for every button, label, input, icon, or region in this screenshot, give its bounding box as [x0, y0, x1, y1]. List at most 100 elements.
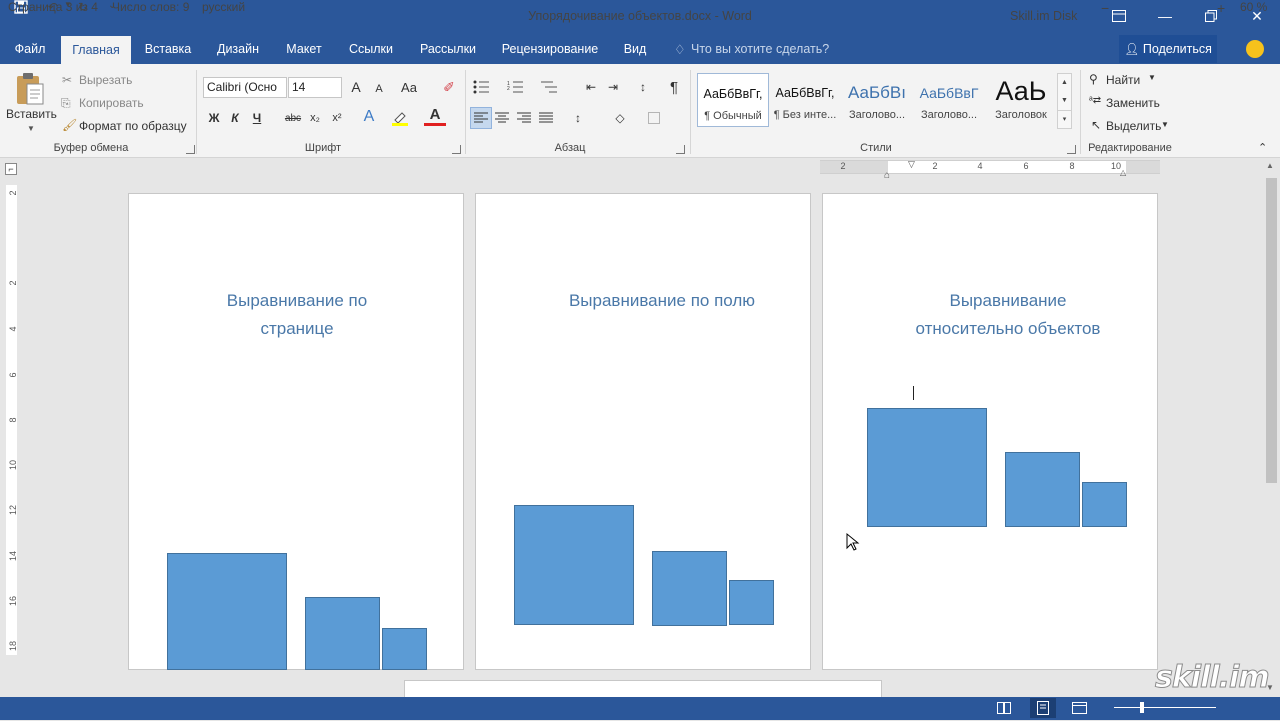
styles-more-icon[interactable]: ▾ [1058, 110, 1071, 129]
paragraph-group-label: Абзац [554, 142, 586, 154]
line-spacing-icon[interactable]: ↕ [567, 107, 589, 129]
share-button[interactable]: 👤︎ Поделиться [1119, 35, 1217, 63]
collapse-ribbon-icon[interactable]: ⌃ [1258, 141, 1267, 154]
justify-icon[interactable] [535, 107, 557, 129]
shape-small[interactable] [729, 580, 774, 625]
zoom-out-icon[interactable]: − [1101, 0, 1109, 16]
align-left-icon[interactable] [470, 107, 492, 129]
shape-small[interactable] [382, 628, 427, 670]
underline-button[interactable]: Ч [246, 107, 268, 129]
tab-file[interactable]: Файл [0, 32, 60, 64]
multilevel-list-icon[interactable] [538, 76, 560, 98]
grow-font-icon[interactable]: A [345, 76, 367, 98]
zoom-slider-thumb[interactable] [1140, 702, 1145, 713]
read-mode-icon[interactable] [997, 701, 1011, 718]
text-effects-icon[interactable]: A [358, 106, 380, 128]
page-4-top[interactable] [404, 680, 882, 697]
tab-references[interactable]: Ссылки [340, 32, 402, 64]
restore-icon[interactable] [1188, 0, 1234, 32]
tab-insert[interactable]: Вставка [138, 32, 198, 64]
account-name[interactable]: Skill.im Disk [1010, 0, 1077, 32]
tab-design[interactable]: Дизайн [208, 32, 268, 64]
shape-large[interactable] [167, 553, 287, 670]
show-formatting-button[interactable]: ¶ [663, 76, 685, 98]
font-size-combo[interactable]: 14 [288, 77, 342, 98]
change-case-button[interactable]: Aa [396, 76, 422, 98]
strikethrough-button[interactable]: abc [281, 107, 305, 129]
clear-formatting-icon[interactable]: ✐ [438, 76, 460, 98]
ruler-tick: 2 [8, 190, 18, 196]
tab-mailings[interactable]: Рассылки [412, 32, 484, 64]
clipboard-paste-icon[interactable] [14, 72, 46, 106]
bold-button[interactable]: Ж [203, 107, 225, 129]
style-sample: АаБбВвГг, [703, 87, 763, 101]
find-button[interactable]: Найти [1106, 73, 1140, 87]
web-layout-icon[interactable] [1072, 701, 1088, 718]
clipboard-launcher-icon[interactable] [186, 145, 195, 154]
tell-me-input[interactable]: Что вы хотите сделать? [691, 32, 829, 64]
font-name-combo[interactable]: Calibri (Осно [203, 77, 287, 98]
increase-indent-icon[interactable]: ⇥ [602, 76, 624, 98]
tab-view[interactable]: Вид [616, 32, 654, 64]
ruler-tick: 18 [8, 641, 18, 652]
sort-icon[interactable]: ↕ [632, 76, 654, 98]
style-heading-1[interactable]: АаБбВı Заголово... [841, 73, 913, 127]
copy-button[interactable]: Копировать [79, 96, 144, 110]
shrink-font-icon[interactable]: A [368, 78, 390, 100]
font-launcher-icon[interactable] [452, 145, 461, 154]
language[interactable]: русский [202, 0, 245, 14]
shape-medium[interactable] [305, 597, 380, 670]
shape-medium[interactable] [1005, 452, 1080, 527]
shape-large[interactable] [867, 408, 987, 527]
styles-launcher-icon[interactable] [1067, 145, 1076, 154]
decrease-indent-icon[interactable]: ⇤ [580, 76, 602, 98]
paste-button[interactable]: Вставить [6, 107, 57, 121]
shape-small[interactable] [1082, 482, 1127, 527]
borders-icon[interactable] [643, 107, 665, 129]
bullets-icon[interactable] [470, 76, 492, 98]
tab-selector-icon[interactable]: ⌐ [5, 163, 17, 175]
style-no-spacing[interactable]: АаБбВвГг, ¶ Без инте... [769, 73, 841, 127]
scrollbar-thumb[interactable] [1266, 178, 1277, 483]
italic-button[interactable]: К [224, 107, 246, 129]
minimize-icon[interactable]: — [1142, 0, 1188, 32]
subscript-button[interactable]: x₂ [304, 107, 326, 129]
paragraph-launcher-icon[interactable] [676, 145, 685, 154]
paste-dropdown-icon[interactable]: ▼ [27, 124, 35, 133]
shape-large[interactable] [514, 505, 634, 625]
page-count[interactable]: Страница 3 из 4 [8, 0, 98, 14]
font-color-icon[interactable]: A [424, 106, 446, 126]
zoom-slider-track[interactable] [1114, 707, 1216, 708]
superscript-button[interactable]: x² [326, 107, 348, 129]
numbering-icon[interactable]: 12 [504, 76, 526, 98]
zoom-level[interactable]: 60 % [1240, 0, 1267, 14]
feedback-smiley-icon[interactable] [1246, 40, 1264, 58]
tab-home[interactable]: Главная [61, 36, 131, 64]
style-normal[interactable]: АаБбВвГг, ¶ Обычный [697, 73, 769, 127]
right-indent-marker[interactable]: △ [1120, 168, 1126, 177]
tab-layout[interactable]: Макет [276, 32, 332, 64]
styles-scroll-down-icon[interactable]: ▼ [1058, 92, 1071, 110]
select-dropdown-icon[interactable]: ▼ [1161, 120, 1169, 129]
align-center-icon[interactable] [491, 107, 513, 129]
style-heading-2[interactable]: АаБбВвГ Заголово... [913, 73, 985, 127]
cut-button[interactable]: Вырезать [79, 73, 132, 87]
select-button[interactable]: Выделить [1106, 119, 1161, 133]
tab-review[interactable]: Рецензирование [497, 32, 603, 64]
word-count[interactable]: Число слов: 9 [112, 0, 189, 14]
scroll-up-icon[interactable]: ▲ [1266, 161, 1274, 170]
print-layout-icon[interactable] [1030, 698, 1056, 718]
highlight-color-icon[interactable] [392, 110, 408, 126]
styles-gallery-scroll[interactable]: ▲ ▼ ▾ [1057, 73, 1072, 129]
replace-button[interactable]: Заменить [1106, 96, 1160, 110]
shading-icon[interactable]: ◇ [609, 107, 631, 129]
format-painter-button[interactable]: Формат по образцу [79, 119, 187, 133]
find-dropdown-icon[interactable]: ▼ [1148, 73, 1156, 82]
style-title[interactable]: АаЬ Заголовок [985, 73, 1057, 127]
styles-scroll-up-icon[interactable]: ▲ [1058, 74, 1071, 92]
zoom-in-icon[interactable]: + [1217, 0, 1225, 16]
align-right-icon[interactable] [513, 107, 535, 129]
first-line-indent-marker[interactable]: ▽ [908, 159, 915, 170]
left-indent-marker[interactable]: ⌂ [884, 170, 890, 181]
shape-medium[interactable] [652, 551, 727, 626]
